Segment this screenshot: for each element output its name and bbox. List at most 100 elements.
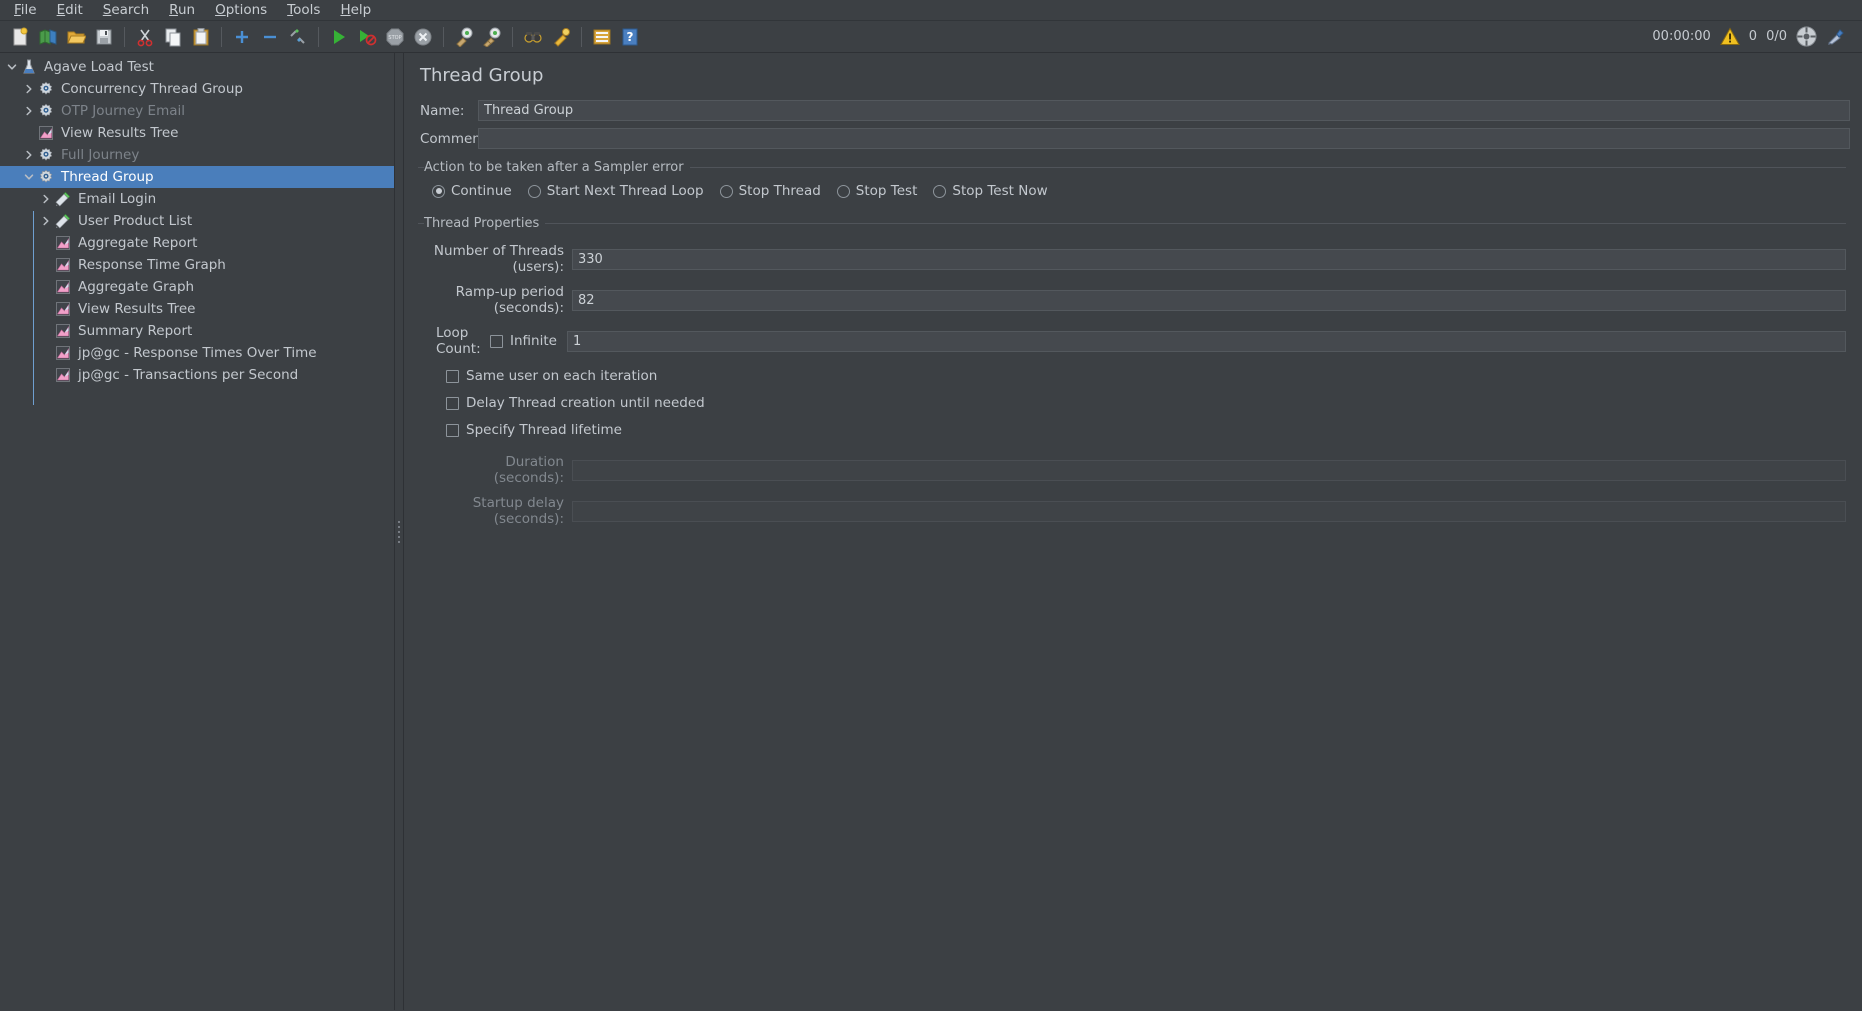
copy-icon[interactable] <box>160 24 186 50</box>
clear-gui-icon[interactable] <box>1826 27 1846 47</box>
radio-start-next-thread-loop[interactable]: Start Next Thread Loop <box>527 183 704 199</box>
toolbar-separator <box>318 26 319 47</box>
checkbox-indicator[interactable] <box>446 423 459 437</box>
menu-mnemonic: H <box>340 2 351 18</box>
toolbar-separator <box>221 26 222 47</box>
radio-indicator[interactable] <box>527 184 541 198</box>
checkbox-indicator[interactable] <box>446 369 459 383</box>
duration-input[interactable] <box>572 459 1846 481</box>
collapse-all-icon[interactable] <box>257 24 283 50</box>
tree-node-label: Thread Group <box>61 169 154 185</box>
tree-node-agave-load-test[interactable]: Agave Load Test <box>0 56 394 78</box>
menu-help[interactable]: Help <box>330 0 381 20</box>
tree-node-view-results-tree[interactable]: View Results Tree <box>0 298 394 320</box>
paste-icon[interactable] <box>188 24 214 50</box>
help-icon[interactable]: ? <box>617 24 643 50</box>
chevron-down-icon[interactable] <box>4 59 20 75</box>
listener-icon <box>54 323 72 340</box>
radio-indicator[interactable] <box>432 184 445 198</box>
startup-delay-input[interactable] <box>572 500 1846 522</box>
menu-run[interactable]: Run <box>159 0 205 20</box>
chevron-right-icon[interactable] <box>21 147 37 163</box>
checkbox-specify-thread-lifetime[interactable]: Specify Thread lifetime <box>432 422 1846 438</box>
tree-node-label: jp@gc - Response Times Over Time <box>78 345 317 361</box>
remote-engines-icon[interactable] <box>1796 26 1817 47</box>
checkbox-same-user-on-each-iteration[interactable]: Same user on each iteration <box>432 368 1846 384</box>
tree-node-concurrency-thread-group[interactable]: Concurrency Thread Group <box>0 78 394 100</box>
thread-group-icon <box>37 103 55 120</box>
menu-options[interactable]: Options <box>205 0 277 20</box>
toggle-icon[interactable] <box>285 24 311 50</box>
tree-node-label: Response Time Graph <box>78 257 226 273</box>
radio-stop-test-now[interactable]: Stop Test Now <box>933 183 1048 199</box>
num-threads-input[interactable] <box>572 248 1846 270</box>
expand-all-icon[interactable] <box>229 24 255 50</box>
menu-search[interactable]: Search <box>93 0 159 20</box>
infinite-checkbox-wrap[interactable]: Infinite <box>490 333 557 349</box>
name-input[interactable] <box>478 100 1850 121</box>
radio-indicator[interactable] <box>836 184 850 198</box>
stop-icon[interactable]: STOP <box>382 24 408 50</box>
menu-file[interactable]: File <box>4 0 47 20</box>
chevron-down-icon[interactable] <box>21 169 37 185</box>
menu-edit[interactable]: Edit <box>47 0 93 20</box>
tree-node-label: Email Login <box>78 191 157 207</box>
rampup-input[interactable] <box>572 289 1846 311</box>
loop-count-input[interactable] <box>566 330 1846 352</box>
menu-tools[interactable]: Tools <box>277 0 330 20</box>
tree-node-jp-gc-transactions-per-second[interactable]: jp@gc - Transactions per Second <box>0 364 394 386</box>
menu-label: ile <box>20 2 37 18</box>
tree-node-label: Full Journey <box>61 147 140 163</box>
radio-continue[interactable]: Continue <box>432 183 512 199</box>
radio-indicator[interactable] <box>719 184 733 198</box>
save-icon[interactable] <box>91 24 117 50</box>
tree-node-summary-report[interactable]: Summary Report <box>0 320 394 342</box>
sampler-error-group-body: Continue Start Next Thread Loop Stop Threa… <box>418 175 1846 201</box>
checkbox-indicator[interactable] <box>446 396 459 410</box>
radio-stop-thread[interactable]: Stop Thread <box>719 183 821 199</box>
tree-node-otp-journey-email[interactable]: OTP Journey Email <box>0 100 394 122</box>
sampler-error-radio-group[interactable]: Continue Start Next Thread Loop Stop Threa… <box>432 183 1846 199</box>
tree-node-response-time-graph[interactable]: Response Time Graph <box>0 254 394 276</box>
panel-splitter[interactable] <box>395 53 404 1010</box>
warning-triangle-icon[interactable] <box>1719 27 1740 46</box>
new-icon[interactable] <box>7 24 33 50</box>
start-icon[interactable] <box>326 24 352 50</box>
open-icon[interactable] <box>63 24 89 50</box>
templates-icon[interactable] <box>35 24 61 50</box>
clear-icon[interactable] <box>451 24 477 50</box>
tree-node-email-login[interactable]: Email Login <box>0 188 394 210</box>
tree-node-view-results-tree[interactable]: View Results Tree <box>0 122 394 144</box>
test-plan-tree[interactable]: Agave Load Test Concurrency Thread Group O… <box>0 53 395 1010</box>
infinite-checkbox[interactable] <box>490 334 503 348</box>
search-icon[interactable] <box>520 24 546 50</box>
search-reset-icon[interactable] <box>548 24 574 50</box>
tree-node-aggregate-graph[interactable]: Aggregate Graph <box>0 276 394 298</box>
thread-properties-group-title: Thread Properties <box>424 216 546 231</box>
start-no-pauses-icon[interactable] <box>354 24 380 50</box>
status-area: 00:00:00 0 0/0 <box>1652 26 1856 47</box>
menu-bar: File Edit Search Run Options Tools Help <box>0 0 1862 21</box>
comments-input[interactable] <box>478 128 1850 149</box>
tree-node-full-journey[interactable]: Full Journey <box>0 144 394 166</box>
chevron-right-icon[interactable] <box>38 191 54 207</box>
function-helper-icon[interactable] <box>589 24 615 50</box>
radio-stop-test[interactable]: Stop Test <box>836 183 917 199</box>
tree-node-jp-gc-response-times-over-time[interactable]: jp@gc - Response Times Over Time <box>0 342 394 364</box>
chevron-right-icon[interactable] <box>38 213 54 229</box>
checkbox-delay-thread-creation-until-needed[interactable]: Delay Thread creation until needed <box>432 395 1846 411</box>
checkbox-label: Specify Thread lifetime <box>466 422 622 438</box>
rampup-row: Ramp-up period (seconds): <box>432 284 1846 316</box>
tree-node-user-product-list[interactable]: User Product List <box>0 210 394 232</box>
cut-icon[interactable] <box>132 24 158 50</box>
shutdown-icon[interactable] <box>410 24 436 50</box>
radio-indicator[interactable] <box>933 184 947 198</box>
listener-icon <box>54 235 72 252</box>
clear-all-icon[interactable] <box>479 24 505 50</box>
name-label: Name: <box>420 102 465 119</box>
chevron-right-icon[interactable] <box>21 103 37 119</box>
chevron-right-icon[interactable] <box>21 81 37 97</box>
tree-node-aggregate-report[interactable]: Aggregate Report <box>0 232 394 254</box>
tree-node-thread-group[interactable]: Thread Group <box>0 166 394 188</box>
rampup-label: Ramp-up period (seconds): <box>455 284 564 316</box>
